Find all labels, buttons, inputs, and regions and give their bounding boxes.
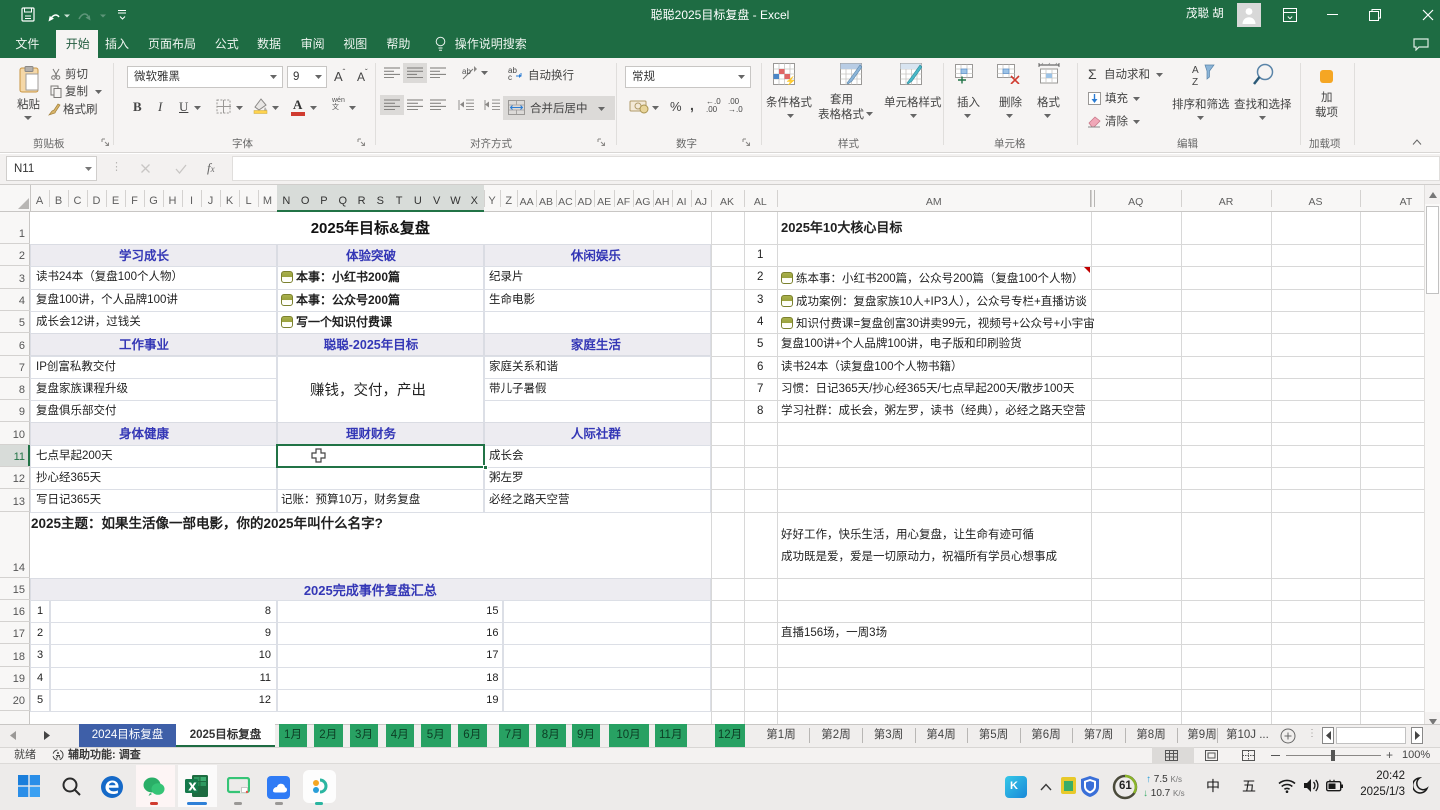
svg-text:c: c	[508, 73, 512, 80]
svg-text:ab: ab	[462, 67, 471, 76]
svg-text:A: A	[1192, 65, 1199, 76]
svg-text:Z: Z	[1192, 77, 1198, 87]
svg-text:⚡: ⚡	[785, 75, 795, 85]
